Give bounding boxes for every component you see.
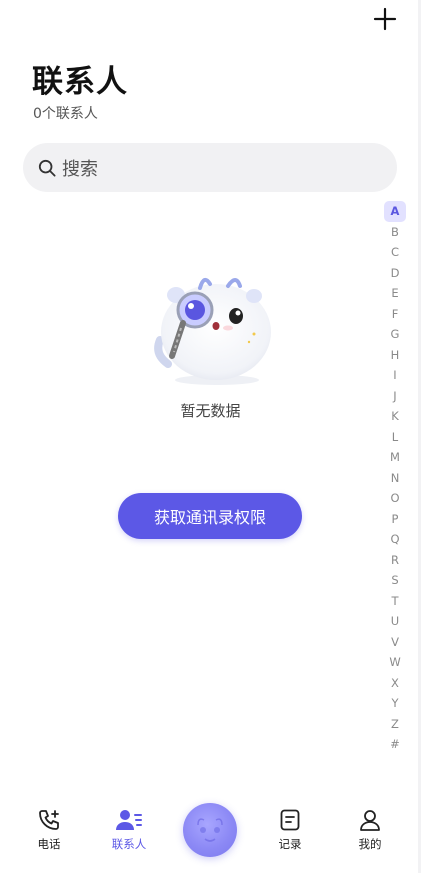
index-letter[interactable]: N (384, 468, 406, 489)
page-title: 联系人 (32, 64, 128, 100)
index-letter[interactable]: O (384, 488, 406, 509)
index-letter[interactable]: D (384, 263, 406, 284)
contacts-icon (116, 810, 142, 830)
index-letter[interactable]: M (384, 447, 406, 468)
index-letter[interactable]: Z (384, 714, 406, 735)
empty-state-text: 暂无数据 (180, 402, 241, 420)
index-letter[interactable]: Y (384, 693, 406, 714)
search-placeholder: 搜索 (62, 158, 98, 180)
index-letter[interactable]: C (384, 242, 406, 263)
records-icon (280, 809, 300, 831)
tab-records-label: 记录 (278, 837, 302, 851)
index-letter[interactable]: G (384, 324, 406, 345)
index-letter[interactable]: L (384, 427, 406, 448)
index-letter[interactable]: A (384, 201, 406, 222)
search-icon (38, 159, 56, 177)
tab-phone[interactable]: 电话 (14, 808, 84, 852)
index-letter[interactable]: U (384, 611, 406, 632)
empty-mascot-image (154, 277, 271, 385)
index-letter[interactable]: B (384, 222, 406, 243)
search-input[interactable]: 搜索 (23, 143, 397, 192)
index-letter[interactable]: X (384, 673, 406, 694)
contact-count: 0个联系人 (33, 106, 98, 122)
profile-icon (360, 810, 380, 831)
index-letter[interactable]: T (384, 591, 406, 612)
alphabet-index[interactable]: A B C D E F G H I J K L M N O P Q R S T U V W X Y Z # (384, 201, 406, 755)
index-letter[interactable]: P (384, 509, 406, 530)
request-contacts-permission-button[interactable]: 获取通讯录权限 (118, 493, 302, 539)
index-letter[interactable]: V (384, 632, 406, 653)
mascot-center-icon (197, 818, 223, 842)
tab-mine-label: 我的 (358, 837, 382, 851)
index-letter[interactable]: Q (384, 529, 406, 550)
tab-mine[interactable]: 我的 (335, 808, 405, 852)
index-letter[interactable]: R (384, 550, 406, 571)
index-letter[interactable]: # (384, 734, 406, 755)
tab-contacts[interactable]: 联系人 (94, 808, 164, 852)
tab-phone-label: 电话 (37, 837, 61, 851)
index-letter[interactable]: F (384, 304, 406, 325)
tab-records[interactable]: 记录 (255, 808, 325, 852)
index-letter[interactable]: S (384, 570, 406, 591)
phone-icon (39, 810, 59, 830)
index-letter[interactable]: H (384, 345, 406, 366)
index-letter[interactable]: E (384, 283, 406, 304)
index-letter[interactable]: I (384, 365, 406, 386)
index-letter[interactable]: W (384, 652, 406, 673)
plus-icon (373, 7, 397, 31)
tab-contacts-label: 联系人 (111, 837, 147, 851)
add-contact-button[interactable] (370, 4, 400, 34)
center-mascot-button[interactable] (183, 803, 237, 857)
